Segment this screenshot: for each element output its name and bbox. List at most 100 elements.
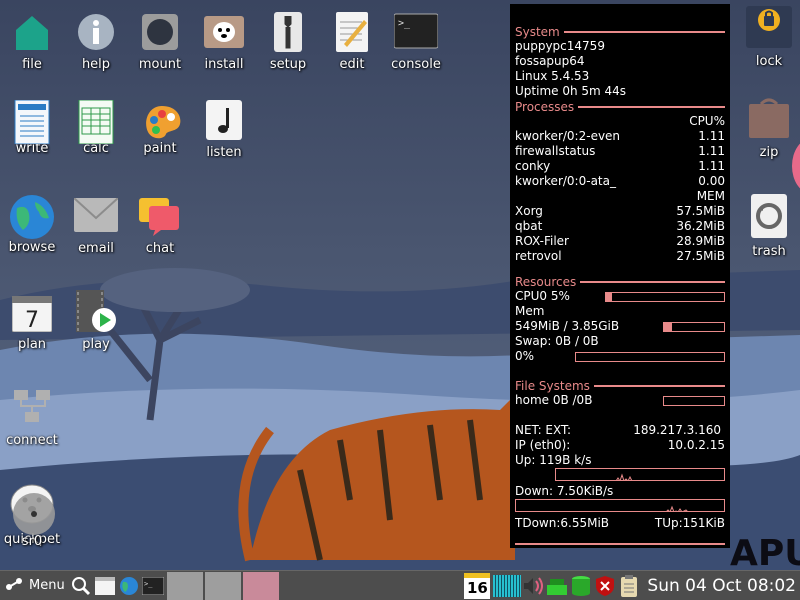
browser-globe-icon[interactable] — [118, 575, 140, 597]
network-icon — [12, 388, 52, 428]
process-row: kworker/0:2-even 1.11 — [515, 129, 725, 144]
desktop-icon-console[interactable]: >_ console — [380, 12, 452, 72]
desktop-icon-listen[interactable]: listen — [188, 100, 260, 160]
process-row: firewallstatus 1.11 — [515, 144, 725, 159]
system-section-header: System — [515, 24, 725, 39]
optical-disc-icon — [12, 492, 55, 535]
desktop-icon-mount[interactable]: mount — [124, 12, 196, 72]
menu-label: Menu — [29, 578, 65, 593]
home-fs-bar — [663, 395, 725, 406]
wrench-icon — [268, 12, 308, 52]
process-name: kworker/0:0-ata_ — [515, 174, 616, 188]
process-value: 0.00 — [698, 174, 725, 188]
mem-label: Mem — [515, 304, 545, 318]
desktop-icon-play[interactable]: play — [60, 290, 132, 352]
desktop-icon-email[interactable]: email — [60, 197, 132, 256]
process-value: 27.5MiB — [676, 249, 725, 263]
uptime: Uptime 0h 5m 44s — [515, 84, 627, 98]
total-download: TDown:6.55MiB — [515, 516, 610, 530]
calendar-day: 16 — [466, 579, 488, 597]
process-row: retrovol 27.5MiB — [515, 249, 725, 264]
svg-text:APU: APU — [730, 533, 800, 570]
document-icon — [12, 99, 52, 145]
process-name: kworker/0:2-even — [515, 129, 621, 143]
conky-bottom-rule — [515, 536, 725, 551]
total-upload: TUp:151KiB — [654, 516, 725, 530]
network-status-icon[interactable] — [546, 575, 568, 597]
svg-text:>_: >_ — [398, 18, 411, 29]
desktop-icon-plan[interactable]: 7 plan — [0, 295, 68, 352]
process-name: retrovol — [515, 249, 562, 263]
mem-usage-fill — [664, 322, 673, 331]
desktop-icon-chat[interactable]: chat — [124, 198, 196, 256]
int-ip-value: 10.0.2.15 — [667, 438, 725, 452]
process-value: 36.2MiB — [676, 219, 725, 233]
desktop-icon-trash[interactable]: trash — [733, 194, 800, 259]
disk-status-icon[interactable] — [570, 575, 592, 597]
cpu-meter-icon[interactable] — [493, 574, 522, 597]
ext-ip-value: 189.217.3.160 — [633, 423, 721, 437]
cpu-usage-fill — [606, 292, 612, 301]
info-icon — [76, 12, 116, 52]
desktop-icon-write[interactable]: write — [0, 99, 68, 156]
desktop-icon-browse[interactable]: browse — [0, 194, 68, 255]
resources-section-header: Resources — [515, 274, 725, 289]
taskbar: Menu >_ 16 Sun 04 Oct 08:02 — [0, 570, 800, 600]
process-row: kworker/0:0-ata_ 0.00 — [515, 174, 725, 189]
taskbar-clock[interactable]: Sun 04 Oct 08:02 — [641, 576, 800, 596]
system-tray: 16 Sun 04 Oct 08:02 — [464, 571, 800, 600]
notepad-pencil-icon — [332, 12, 372, 52]
show-desktop-icon[interactable] — [94, 575, 116, 597]
hostname: puppypc14759 — [515, 39, 605, 53]
globe-icon — [9, 194, 55, 240]
svg-text:>_: >_ — [144, 580, 153, 588]
upload-graph — [555, 468, 725, 481]
terminal-icon: >_ — [393, 12, 439, 52]
distro-name: fossapup64 — [515, 54, 585, 68]
swap-percent: 0% — [515, 349, 535, 363]
desktop-icon-sr0[interactable]: sr0 — [0, 492, 68, 549]
process-value: 1.11 — [698, 159, 725, 173]
desktop-icon-zip[interactable]: zip — [733, 98, 800, 160]
spreadsheet-icon — [76, 99, 116, 145]
desktop-icon-setup[interactable]: setup — [252, 12, 324, 72]
desktop-icon-edit[interactable]: edit — [316, 12, 388, 72]
firewall-shield-icon[interactable] — [594, 575, 616, 597]
palette-icon — [140, 100, 181, 140]
swap-usage-bar — [575, 351, 725, 362]
terminal-icon[interactable]: >_ — [141, 575, 164, 597]
process-row: qbat 36.2MiB — [515, 219, 725, 234]
process-name: firewallstatus — [515, 144, 596, 158]
search-icon[interactable] — [70, 575, 92, 597]
volume-icon[interactable] — [522, 575, 544, 597]
desktop-icon-paint[interactable]: paint — [124, 100, 196, 156]
desktop-icon-file[interactable]: file — [0, 12, 68, 72]
taskbar-window-slot[interactable] — [204, 571, 241, 600]
menu-icon — [4, 576, 26, 596]
puppy-package-icon — [204, 12, 244, 52]
desktop-icon-connect[interactable]: connect — [0, 388, 68, 448]
taskbar-window-slot[interactable] — [166, 571, 203, 600]
process-row: Xorg 57.5MiB — [515, 204, 725, 219]
process-value: 1.11 — [698, 129, 725, 143]
menu-button[interactable]: Menu — [0, 571, 69, 600]
desktop-icon-calc[interactable]: calc — [60, 99, 132, 156]
desktop-icon-help[interactable]: help — [60, 12, 132, 72]
process-value: 57.5MiB — [676, 204, 725, 218]
kernel-version: Linux 5.4.53 — [515, 69, 590, 83]
process-value: 1.11 — [698, 144, 725, 158]
trash-can-icon — [749, 194, 789, 238]
swap-label: Swap: 0B / 0B — [515, 334, 599, 348]
int-ip-label: IP (eth0): — [515, 438, 571, 452]
process-name: ROX-Filer — [515, 234, 569, 248]
desktop-icon-install[interactable]: install — [188, 12, 260, 72]
taskbar-window-slot-active[interactable] — [242, 571, 279, 600]
clipboard-icon[interactable] — [618, 574, 640, 597]
tray-calendar[interactable]: 16 — [464, 572, 491, 599]
process-name: Xorg — [515, 204, 543, 218]
desktop-icon-lock[interactable]: lock — [733, 6, 800, 69]
process-row: conky 1.11 — [515, 159, 725, 174]
process-row: ROX-Filer 28.9MiB — [515, 234, 725, 249]
processes-section-header: Processes — [515, 99, 725, 114]
download-speed: Down: 7.50KiB/s — [515, 484, 614, 498]
